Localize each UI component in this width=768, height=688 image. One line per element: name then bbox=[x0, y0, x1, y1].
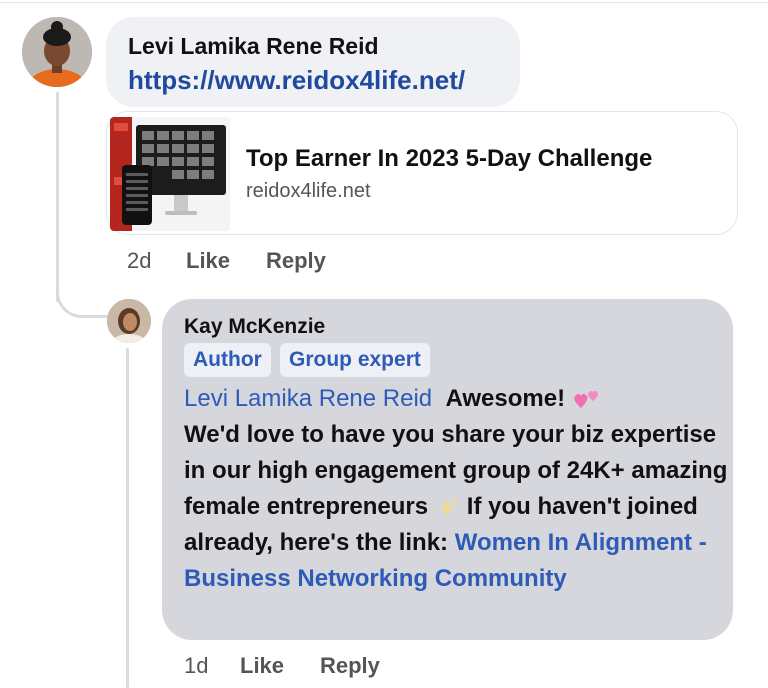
comment-timestamp[interactable]: 2d bbox=[127, 248, 151, 274]
like-button[interactable]: Like bbox=[240, 653, 284, 679]
author-avatar[interactable] bbox=[22, 17, 92, 87]
mention-link[interactable]: Levi Lamika Rene Reid bbox=[184, 385, 432, 412]
link-preview-thumbnail[interactable] bbox=[110, 117, 230, 231]
comment-author-name[interactable]: Levi Lamika Rene Reid bbox=[128, 33, 379, 60]
reply-button[interactable]: Reply bbox=[266, 248, 326, 274]
top-divider bbox=[0, 2, 768, 3]
link-preview-title[interactable]: Top Earner In 2023 5-Day Challenge bbox=[246, 145, 652, 173]
reply-timestamp[interactable]: 1d bbox=[184, 653, 208, 679]
group-expert-badge[interactable]: Group expert bbox=[280, 343, 430, 377]
like-button[interactable]: Like bbox=[186, 248, 230, 274]
author-badge[interactable]: Author bbox=[184, 343, 271, 377]
link-preview-domain: reidox4life.net bbox=[246, 180, 371, 202]
two-hearts-emoji-icon bbox=[574, 390, 598, 408]
sparkles-emoji-icon bbox=[437, 496, 459, 517]
reply-thread-line bbox=[126, 348, 129, 688]
reply-author-name[interactable]: Kay McKenzie bbox=[184, 315, 325, 339]
reply-text-part: Awesome! bbox=[445, 385, 566, 412]
profile-photo-icon bbox=[22, 17, 92, 87]
comment-link[interactable]: https://www.reidox4life.net/ bbox=[128, 65, 465, 96]
reply-button[interactable]: Reply bbox=[320, 653, 380, 679]
reply-text: Levi Lamika Rene Reid Awesome! We'd love… bbox=[184, 381, 729, 597]
thread-connector bbox=[56, 270, 112, 318]
replier-avatar[interactable] bbox=[107, 299, 151, 343]
profile-photo-icon bbox=[107, 299, 151, 343]
